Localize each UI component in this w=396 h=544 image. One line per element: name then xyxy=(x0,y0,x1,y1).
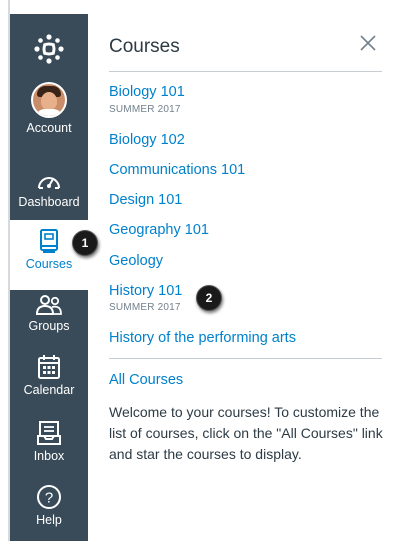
tray-title: Courses xyxy=(109,36,180,57)
nav-item-groups[interactable]: Groups xyxy=(10,286,88,350)
nav-label-dashboard: Dashboard xyxy=(18,195,80,209)
nav-label-account: Account xyxy=(26,121,72,135)
window-top-margin xyxy=(0,0,396,6)
nav-item-dashboard[interactable]: Dashboard xyxy=(10,162,88,226)
account-icon xyxy=(31,82,67,118)
nav-label-courses: Courses xyxy=(25,257,73,271)
callout-badge-2: 2 xyxy=(196,285,222,311)
nav-label-calendar: Calendar xyxy=(23,383,75,397)
all-courses-link[interactable]: All Courses xyxy=(109,372,183,388)
nav-label-inbox: Inbox xyxy=(33,449,65,463)
course-term: SUMMER 2017 xyxy=(109,104,181,115)
canvas-logo[interactable] xyxy=(10,14,88,84)
nav-label-groups: Groups xyxy=(28,319,70,333)
course-link-geology[interactable]: Geology xyxy=(109,253,163,269)
course-link-design-101[interactable]: Design 101 xyxy=(109,192,182,208)
dashboard-icon xyxy=(36,162,62,192)
course-term: SUMMER 2017 xyxy=(109,302,181,313)
svg-text:?: ? xyxy=(45,490,53,507)
groups-icon xyxy=(35,286,63,316)
nav-label-help: Help xyxy=(36,513,62,527)
courses-icon xyxy=(38,224,60,254)
nav-item-help[interactable]: ? Help xyxy=(10,480,88,544)
window-left-margin xyxy=(0,0,8,541)
courses-tray: Courses Biology 101 SUMMER 2017 Biology … xyxy=(88,14,396,541)
course-link-biology-101[interactable]: Biology 101 xyxy=(109,84,185,100)
nav-item-account[interactable]: Account xyxy=(10,82,88,152)
nav-item-courses[interactable]: Courses xyxy=(10,220,88,290)
help-icon: ? xyxy=(36,480,62,510)
nav-item-calendar[interactable]: Calendar xyxy=(10,350,88,414)
avatar xyxy=(31,82,67,118)
tray-list-divider xyxy=(109,358,382,359)
callout-badge-1: 1 xyxy=(72,230,98,256)
global-navigation: Account Dashboard Courses Groups Calenda… xyxy=(10,14,88,541)
canvas-logo-icon xyxy=(34,34,64,64)
close-icon[interactable] xyxy=(359,34,377,52)
course-link-history-of-the-performing-arts[interactable]: History of the performing arts xyxy=(109,330,296,346)
course-link-communications-101[interactable]: Communications 101 xyxy=(109,162,245,178)
nav-item-inbox[interactable]: Inbox xyxy=(10,416,88,480)
inbox-icon xyxy=(37,416,61,446)
course-link-geography-101[interactable]: Geography 101 xyxy=(109,222,209,238)
calendar-icon xyxy=(37,350,61,380)
course-link-history-101[interactable]: History 101 xyxy=(109,283,182,299)
welcome-message: Welcome to your courses! To customize th… xyxy=(109,404,383,462)
tray-header-divider xyxy=(109,71,382,72)
course-link-biology-102[interactable]: Biology 102 xyxy=(109,132,185,148)
